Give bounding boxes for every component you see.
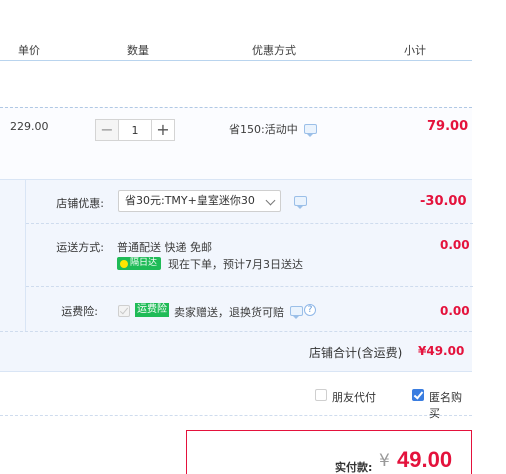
help-icon[interactable]: ? [304,304,316,316]
header-divider-gap [196,58,197,60]
shipping-estimate: 现在下单，预计7月3日送达 [168,258,303,271]
friend-pay-label[interactable]: 朋友代付 [332,389,376,405]
shipping-method: 普通配送 快递 免邮 [117,241,212,254]
friend-pay-checkbox[interactable] [315,389,327,401]
anonymous-checkbox[interactable] [412,389,424,401]
payment-amount: 49.00 [397,447,453,472]
item-subtotal: 79.00 [427,119,469,134]
shop-discount-select[interactable]: 省30元:TMY+皇室迷你30 [118,190,281,212]
chevron-down-icon [265,195,276,206]
row-divider [0,331,472,332]
chat-bubble-icon[interactable] [304,124,317,137]
header-divider-gap [354,58,355,60]
checkout-options: 朋友代付 匿名购买 [0,372,472,420]
insurance-tag: 运费险 [135,303,169,317]
next-day-badge-text: 隔日达 [130,258,158,268]
row-divider [26,286,473,287]
table-header: 单价 数量 优惠方式 小计 [0,42,472,60]
item-unit-price: 229.00 [10,120,49,133]
shop-discount-select-value: 省30元:TMY+皇室迷你30 [125,194,255,207]
col-qty-header: 数量 [127,44,149,57]
col-price-header: 单价 [18,44,40,57]
anonymous-label[interactable]: 匿名购买 [429,389,472,421]
shop-discount-label: 店铺优惠: [56,197,104,210]
chat-bubble-icon[interactable] [294,196,307,209]
shop-total-label: 店铺合计(含运费) [309,346,403,360]
chat-bubble-icon[interactable] [290,306,303,319]
clock-icon [120,259,128,268]
order-details-panel: 店铺优惠: 省30元:TMY+皇室迷你30 -30.00 运送方式: 普通配送 … [25,180,473,331]
insurance-label: 运费险: [61,305,98,318]
col-subtotal-header: 小计 [404,44,426,57]
qty-input[interactable] [119,119,151,141]
shop-total-value: ¥49.00 [418,344,465,358]
shipping-label: 运送方式: [56,241,104,254]
next-day-badge: 隔日达 [117,257,162,270]
header-divider-gap [82,58,83,60]
insurance-value: 0.00 [440,304,470,318]
cart-item-row: 229.00 − + 省150:活动中 79.00 [0,107,472,179]
qty-increase-button[interactable]: + [151,119,175,141]
header-divider [0,60,472,61]
qty-decrease-button[interactable]: − [95,119,119,141]
shop-discount-value: -30.00 [420,194,467,209]
shipping-value: 0.00 [440,238,470,252]
payment-summary-box: 实付款: ¥ 49.00 [186,430,472,474]
payment-currency: ¥ [379,451,390,471]
col-discount-header: 优惠方式 [252,44,296,57]
order-summary-section: 店铺优惠: 省30元:TMY+皇室迷你30 -30.00 运送方式: 普通配送 … [0,179,473,372]
payment-label: 实付款: [335,461,373,474]
insurance-checkbox[interactable] [118,305,130,317]
row-divider [26,223,473,224]
quantity-stepper[interactable]: − + [95,119,175,141]
insurance-note: 卖家赠送，退换货可赔 [174,306,284,319]
item-promo-text: 省150:活动中 [229,123,298,136]
